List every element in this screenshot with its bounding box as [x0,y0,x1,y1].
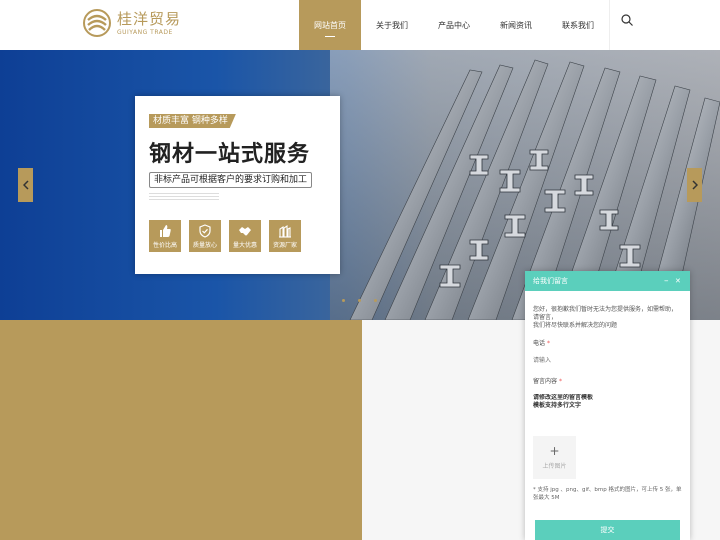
promo-tag: 材质丰富 钢种多样 [149,114,236,128]
promo-title: 钢材一站式服务 [149,142,311,167]
chevron-left-icon [22,180,29,190]
upload-label: 上传图片 [542,463,567,470]
feature-list: 性价比高 质量放心 量大优惠 资源厂家 [149,220,309,252]
logo-mark-icon [83,9,111,37]
close-button[interactable]: ✕ [675,271,681,291]
thumbs-up-icon [160,225,171,237]
feature-item: 质量放心 [189,220,221,252]
slider-dot[interactable] [374,299,377,302]
gold-section [0,320,362,540]
content-label: 留言内容 * [533,378,562,385]
phone-label: 电话 * [533,340,550,347]
main-nav: 网站首页 关于我们 产品中心 新闻资讯 联系我们 [299,0,609,50]
plus-icon: + [549,444,560,458]
logo-name-cn: 桂洋贸易 [117,9,182,28]
required-mark: * [558,378,562,385]
site-header: 桂洋贸易 GUIYANG TRADE 网站首页 关于我们 产品中心 新闻资讯 联… [0,0,720,50]
slider-dots [342,299,390,302]
logo[interactable]: 桂洋贸易 GUIYANG TRADE [82,8,181,38]
promo-decoration [149,193,219,202]
nav-item-contact[interactable]: 联系我们 [547,0,609,50]
slider-prev-button[interactable] [18,168,33,202]
upload-image-button[interactable]: + 上传图片 [533,436,576,479]
search-icon [621,14,633,26]
feature-item: 量大优惠 [229,220,261,252]
slider-dot[interactable] [358,299,361,302]
nav-item-about[interactable]: 关于我们 [361,0,423,50]
nav-item-products[interactable]: 产品中心 [423,0,485,50]
message-widget: 给我们留言 – ✕ 您好，很抱歉我们暂时无法为您提供服务，如需帮助，请留言， 我… [525,271,690,540]
slider-dot[interactable] [342,299,345,302]
minimize-button[interactable]: – [664,271,669,291]
nav-item-news[interactable]: 新闻资讯 [485,0,547,50]
feature-item: 资源厂家 [269,220,301,252]
shield-icon [199,224,211,238]
search-button[interactable] [610,0,644,40]
logo-name-en: GUIYANG TRADE [117,28,173,36]
factory-icon [279,224,291,238]
chevron-right-icon [691,180,698,190]
feature-item: 性价比高 [149,220,181,252]
promo-subtitle: 非标产品可根据客户的要求订购和加工 [149,172,313,188]
phone-input[interactable] [533,352,682,368]
nav-item-home[interactable]: 网站首页 [299,0,361,50]
submit-button[interactable]: 提交 [535,520,680,540]
upload-note: * 支持 jpg 、png、gif、bmp 格式的图片，可上传 5 张，单张最大… [533,487,682,501]
promo-card: 材质丰富 钢种多样 钢材一站式服务 非标产品可根据客户的要求订购和加工 性价比高… [135,96,340,274]
message-textarea[interactable]: 请修改这里的留言模板 模板支持多行文字 [533,394,682,422]
handshake-icon [239,227,251,236]
slider-next-button[interactable] [687,168,702,202]
widget-header: 给我们留言 – ✕ [525,271,690,291]
widget-intro: 您好，很抱歉我们暂时无法为您提供服务，如需帮助，请留言， 我们将尽快联系并解决您… [533,306,678,329]
required-mark: * [546,340,550,347]
widget-title: 给我们留言 [533,277,568,285]
